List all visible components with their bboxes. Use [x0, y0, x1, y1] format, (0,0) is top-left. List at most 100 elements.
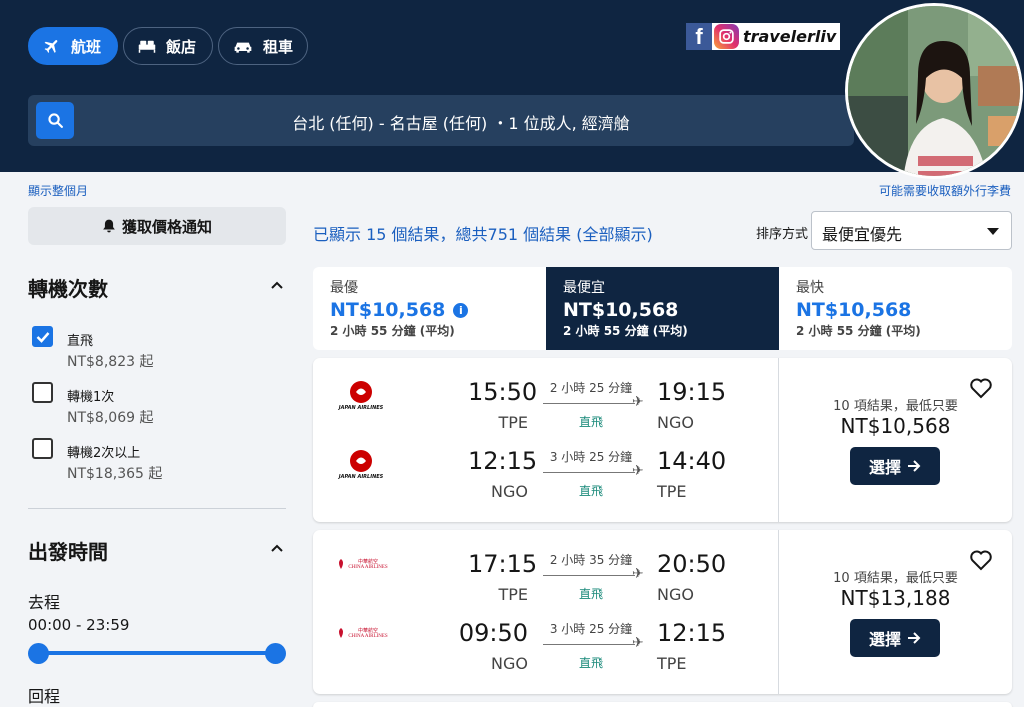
sort-selected-value: 最便宜優先	[822, 225, 903, 244]
airplane-icon: ✈	[632, 463, 644, 479]
chevron-up-icon[interactable]	[271, 281, 283, 289]
brand-name: travelerliv	[743, 27, 837, 46]
arrival-airport: NGO	[657, 585, 694, 604]
stops-filter-title[interactable]: 轉機次數	[28, 273, 108, 302]
sort-label: 排序方式	[756, 227, 809, 242]
departure-airport: TPE	[498, 585, 528, 604]
price: NT$10,568	[840, 414, 951, 438]
outbound-label: 去程	[28, 593, 61, 612]
select-button[interactable]: 選擇	[850, 619, 940, 657]
departure-time-title[interactable]: 出發時間	[28, 536, 108, 565]
tab-cheapest-duration: 2 小時 55 分鐘 (平均)	[563, 324, 688, 338]
arrival-time: 14:40	[657, 447, 727, 475]
jal-logo: JAPAN AIRLINES	[331, 380, 391, 414]
stops-nonstop-label: 直飛	[67, 334, 94, 349]
car-icon	[234, 42, 252, 53]
china-airlines-logo: 中華航空 CHINA AIRLINES	[331, 558, 393, 592]
stops-nonstop-checkbox[interactable]	[32, 326, 53, 347]
route-line	[543, 575, 635, 576]
caret-down-icon	[987, 228, 999, 235]
tab-fastest-title: 最快	[796, 280, 824, 296]
tab-cheapest[interactable]: 最便宜 NT$10,568 2 小時 55 分鐘 (平均)	[546, 267, 779, 350]
tab-cheapest-price: NT$10,568	[563, 299, 679, 321]
china-airlines-logo-local: 中華航空	[357, 559, 378, 565]
info-icon[interactable]: i	[453, 302, 469, 318]
instagram-icon	[714, 24, 739, 49]
flight-duration: 2 小時 25 分鐘	[549, 381, 633, 395]
flight-result-card[interactable]	[313, 702, 1012, 707]
departure-airport: NGO	[491, 482, 528, 501]
deal-text: 10 項結果，最低只要	[833, 571, 958, 586]
tab-best[interactable]: 最優 NT$10,568 i 2 小時 55 分鐘 (平均)	[313, 267, 546, 350]
stops-one-checkbox[interactable]	[32, 382, 53, 403]
tab-best-title: 最優	[330, 280, 358, 296]
results-count-link[interactable]: 已顯示 15 個結果，總共751 個結果 (全部顯示)	[313, 221, 653, 245]
tab-best-price: NT$10,568	[330, 299, 446, 321]
bell-icon	[103, 219, 115, 233]
china-airlines-logo-text: CHINA AIRLINES	[348, 634, 388, 639]
jal-logo: JAPAN AIRLINES	[331, 449, 391, 483]
tab-hotels-label: 飯店	[166, 37, 197, 56]
china-airlines-logo-text: CHINA AIRLINES	[348, 565, 388, 570]
stops-one-label: 轉機1次	[67, 390, 115, 405]
tab-cars[interactable]: 租車	[218, 27, 308, 65]
stops-info: 直飛	[578, 415, 603, 429]
check-icon	[36, 331, 49, 343]
tab-hotels[interactable]: 飯店	[123, 27, 213, 65]
baggage-fee-link[interactable]: 可能需要收取額外行李費	[879, 182, 1011, 199]
select-button-label: 選擇	[868, 630, 901, 649]
china-airlines-logo: 中華航空 CHINA AIRLINES	[331, 627, 393, 661]
jal-logo-text: JAPAN AIRLINES	[338, 405, 384, 411]
arrival-time: 12:15	[657, 619, 727, 647]
stops-info: 直飛	[578, 484, 603, 498]
airplane-icon: ✈	[632, 635, 644, 651]
sidebar-divider	[28, 508, 286, 509]
tab-flights-label: 航班	[71, 37, 102, 56]
route-line	[543, 403, 635, 404]
stops-two-plus-price: NT$18,365 起	[67, 466, 163, 482]
outbound-time-slider[interactable]	[38, 651, 276, 655]
arrival-airport: TPE	[657, 654, 687, 673]
stops-two-plus-checkbox[interactable]	[32, 438, 53, 459]
flight-duration: 3 小時 25 分鐘	[549, 622, 633, 636]
jal-logo-text: JAPAN AIRLINES	[338, 474, 384, 480]
tab-fastest[interactable]: 最快 NT$10,568 2 小時 55 分鐘 (平均)	[779, 267, 1012, 350]
price-alert-button[interactable]: 獲取價格通知	[28, 207, 286, 245]
tab-best-duration: 2 小時 55 分鐘 (平均)	[330, 324, 455, 338]
flight-result-card[interactable]: JAPAN AIRLINES JAPAN AIRLINES 15:50 TPE …	[313, 358, 1012, 522]
slider-thumb-end[interactable]	[265, 643, 286, 664]
tab-fastest-duration: 2 小時 55 分鐘 (平均)	[796, 324, 921, 338]
show-whole-month-link[interactable]: 顯示整個月	[28, 182, 88, 199]
bed-icon	[138, 40, 156, 53]
tab-cheapest-title: 最便宜	[563, 280, 605, 296]
china-airlines-logo-local: 中華航空	[357, 628, 378, 634]
arrival-time: 20:50	[657, 550, 727, 578]
departure-airport: NGO	[491, 654, 528, 673]
tab-flights[interactable]: 航班	[28, 27, 118, 65]
select-button[interactable]: 選擇	[850, 447, 940, 485]
arrow-right-icon	[908, 632, 921, 644]
slider-thumb-start[interactable]	[28, 643, 49, 664]
flight-result-card[interactable]: 中華航空 CHINA AIRLINES 中華航空 CHINA AIRLINES …	[313, 530, 1012, 694]
stops-one-price: NT$8,069 起	[67, 410, 154, 426]
departure-time: 12:15	[468, 447, 538, 475]
flight-duration: 2 小時 35 分鐘	[549, 553, 633, 567]
blogger-avatar	[845, 3, 1023, 179]
route-line	[543, 644, 635, 645]
search-summary-text: 台北 (任何) - 名古屋 (任何) ・1 位成人, 經濟艙	[292, 114, 630, 133]
price-alert-label: 獲取價格通知	[121, 217, 212, 236]
return-label: 回程	[28, 687, 61, 706]
deal-text: 10 項結果，最低只要	[833, 399, 958, 414]
blogger-watermark: f travelerliv	[686, 23, 841, 50]
outbound-range: 00:00 - 23:59	[28, 616, 130, 634]
flight-duration: 3 小時 25 分鐘	[549, 450, 633, 464]
tab-best-price-row: NT$10,568 i	[330, 299, 529, 321]
arrow-right-icon	[908, 460, 921, 472]
facebook-icon: f	[686, 23, 712, 50]
sort-select[interactable]: 最便宜優先	[811, 211, 1012, 250]
search-summary-bar[interactable]: 台北 (任何) - 名古屋 (任何) ・1 位成人, 經濟艙	[28, 95, 854, 146]
tab-cars-label: 租車	[263, 37, 294, 56]
chevron-up-icon[interactable]	[271, 544, 283, 552]
stops-two-plus-label: 轉機2次以上	[67, 446, 141, 461]
airplane-icon	[44, 40, 58, 53]
